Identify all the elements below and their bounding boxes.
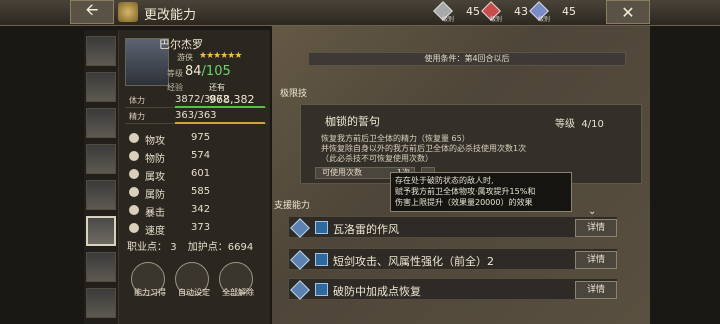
party-portrait-8[interactable]: [86, 288, 116, 318]
party-portrait-4[interactable]: [86, 144, 116, 174]
limit-skill-name: 枷锁的誓句: [325, 115, 380, 128]
crit-icon: [129, 205, 139, 215]
diamond-icon: [290, 280, 310, 300]
sp-fill: [175, 122, 265, 124]
party-portrait-5[interactable]: [86, 180, 116, 210]
stat-row: 属攻 601: [129, 166, 249, 184]
level-value: 84/105: [185, 64, 231, 79]
skill-tooltip: 存在处于破防状态的敌人时, 赋予我方前卫全体物攻·属攻提升15%和 伤害上限提升…: [390, 172, 572, 212]
support-row[interactable]: 破防中加成点恢复 详情: [288, 278, 618, 300]
diamond-icon: [290, 250, 310, 270]
detail-button[interactable]: 详情: [575, 251, 617, 269]
auto-set-button[interactable]: 自动设定: [175, 262, 210, 297]
hero-stars: ★★★★★★: [199, 51, 242, 61]
resist-icon: [129, 187, 139, 197]
hero-name: 巴尔杰罗: [159, 38, 203, 51]
hp-label: 体力: [129, 96, 145, 105]
ability-list: 使用条件：第4回合以后 极限技 枷锁的誓句 等级 4/10 恢复我方前后卫全体的…: [272, 26, 650, 324]
menu-crest-icon: [118, 2, 138, 22]
shield-icon: [129, 151, 139, 161]
close-button[interactable]: ✕: [606, 0, 650, 24]
sword-icon: [129, 133, 139, 143]
resource-value: 43: [514, 4, 528, 18]
sp-value: 363/363: [175, 110, 217, 121]
support-section-title: 支援能力: [274, 201, 311, 211]
detail-button[interactable]: 详情: [575, 219, 617, 237]
limit-section-title: 极限技: [280, 89, 308, 99]
stat-row: 物防 574: [129, 148, 249, 166]
party-portrait-7[interactable]: [86, 252, 116, 282]
character-panel: 巴尔杰罗 游侠 ★★★★★★ 等级 84/105 经验 还有 968,382 体…: [118, 30, 270, 324]
resource-3: 45 级别: [529, 1, 576, 23]
sp-label: 精力: [129, 112, 145, 121]
sp-bar: 精力 363/363: [125, 110, 267, 124]
party-sidebar: [84, 30, 118, 324]
limit-skill-desc: （此必杀技不可恢复使用次数）: [321, 154, 433, 163]
diamond-icon: [290, 218, 310, 238]
remove-all-button[interactable]: 全部解除: [219, 262, 254, 297]
learn-ability-button[interactable]: 能力习得: [131, 262, 166, 297]
exp-label: 经验: [167, 83, 183, 92]
party-portrait-selected[interactable]: [86, 216, 116, 246]
resource-2: 43 级别: [481, 1, 528, 23]
close-icon: ✕: [621, 2, 635, 22]
back-button[interactable]: 🡨: [70, 0, 114, 24]
left-arrow-icon: 🡨: [85, 0, 99, 19]
use-condition: 使用条件：第4回合以后: [308, 52, 626, 66]
resource-value: 45: [466, 4, 480, 18]
detail-button[interactable]: 详情: [575, 281, 617, 299]
support-row[interactable]: 短剑攻击、风属性强化（前全）2 详情: [288, 248, 618, 270]
speed-icon: [129, 223, 139, 233]
resource-caption: 级别: [538, 16, 551, 23]
support-row[interactable]: 瓦洛雷的作风 详情: [288, 216, 618, 238]
top-bar: 🡨 更改能力 45 级别 43 级别 45 级别 ✕: [0, 0, 720, 26]
party-portrait-3[interactable]: [86, 108, 116, 138]
resource-caption: 级别: [490, 16, 503, 23]
limit-skill-level: 等级 4/10: [555, 119, 604, 130]
party-portrait-1[interactable]: [86, 36, 116, 66]
resource-value: 45: [562, 4, 576, 18]
hp-value: 3872/3872: [175, 94, 230, 105]
stat-row: 速度 373: [129, 220, 249, 238]
resource-1: 45 级别: [433, 1, 480, 23]
skill-icon: [315, 253, 328, 266]
hero-job: 游侠: [177, 53, 193, 62]
level-label: 等级: [167, 69, 183, 78]
stat-row: 物攻 975: [129, 130, 249, 148]
hp-fill: [175, 106, 265, 108]
stat-row: 暴击 342: [129, 202, 249, 220]
skill-icon: [315, 221, 328, 234]
skill-icon: [315, 283, 328, 296]
party-portrait-2[interactable]: [86, 72, 116, 102]
stat-row: 属防 585: [129, 184, 249, 202]
hp-bar: 体力 3872/3872: [125, 94, 267, 108]
resource-caption: 级别: [442, 16, 455, 23]
page-title: 更改能力: [144, 8, 197, 23]
points-row: 职业点： 3 加护点：6694: [127, 242, 254, 253]
magic-icon: [129, 169, 139, 179]
